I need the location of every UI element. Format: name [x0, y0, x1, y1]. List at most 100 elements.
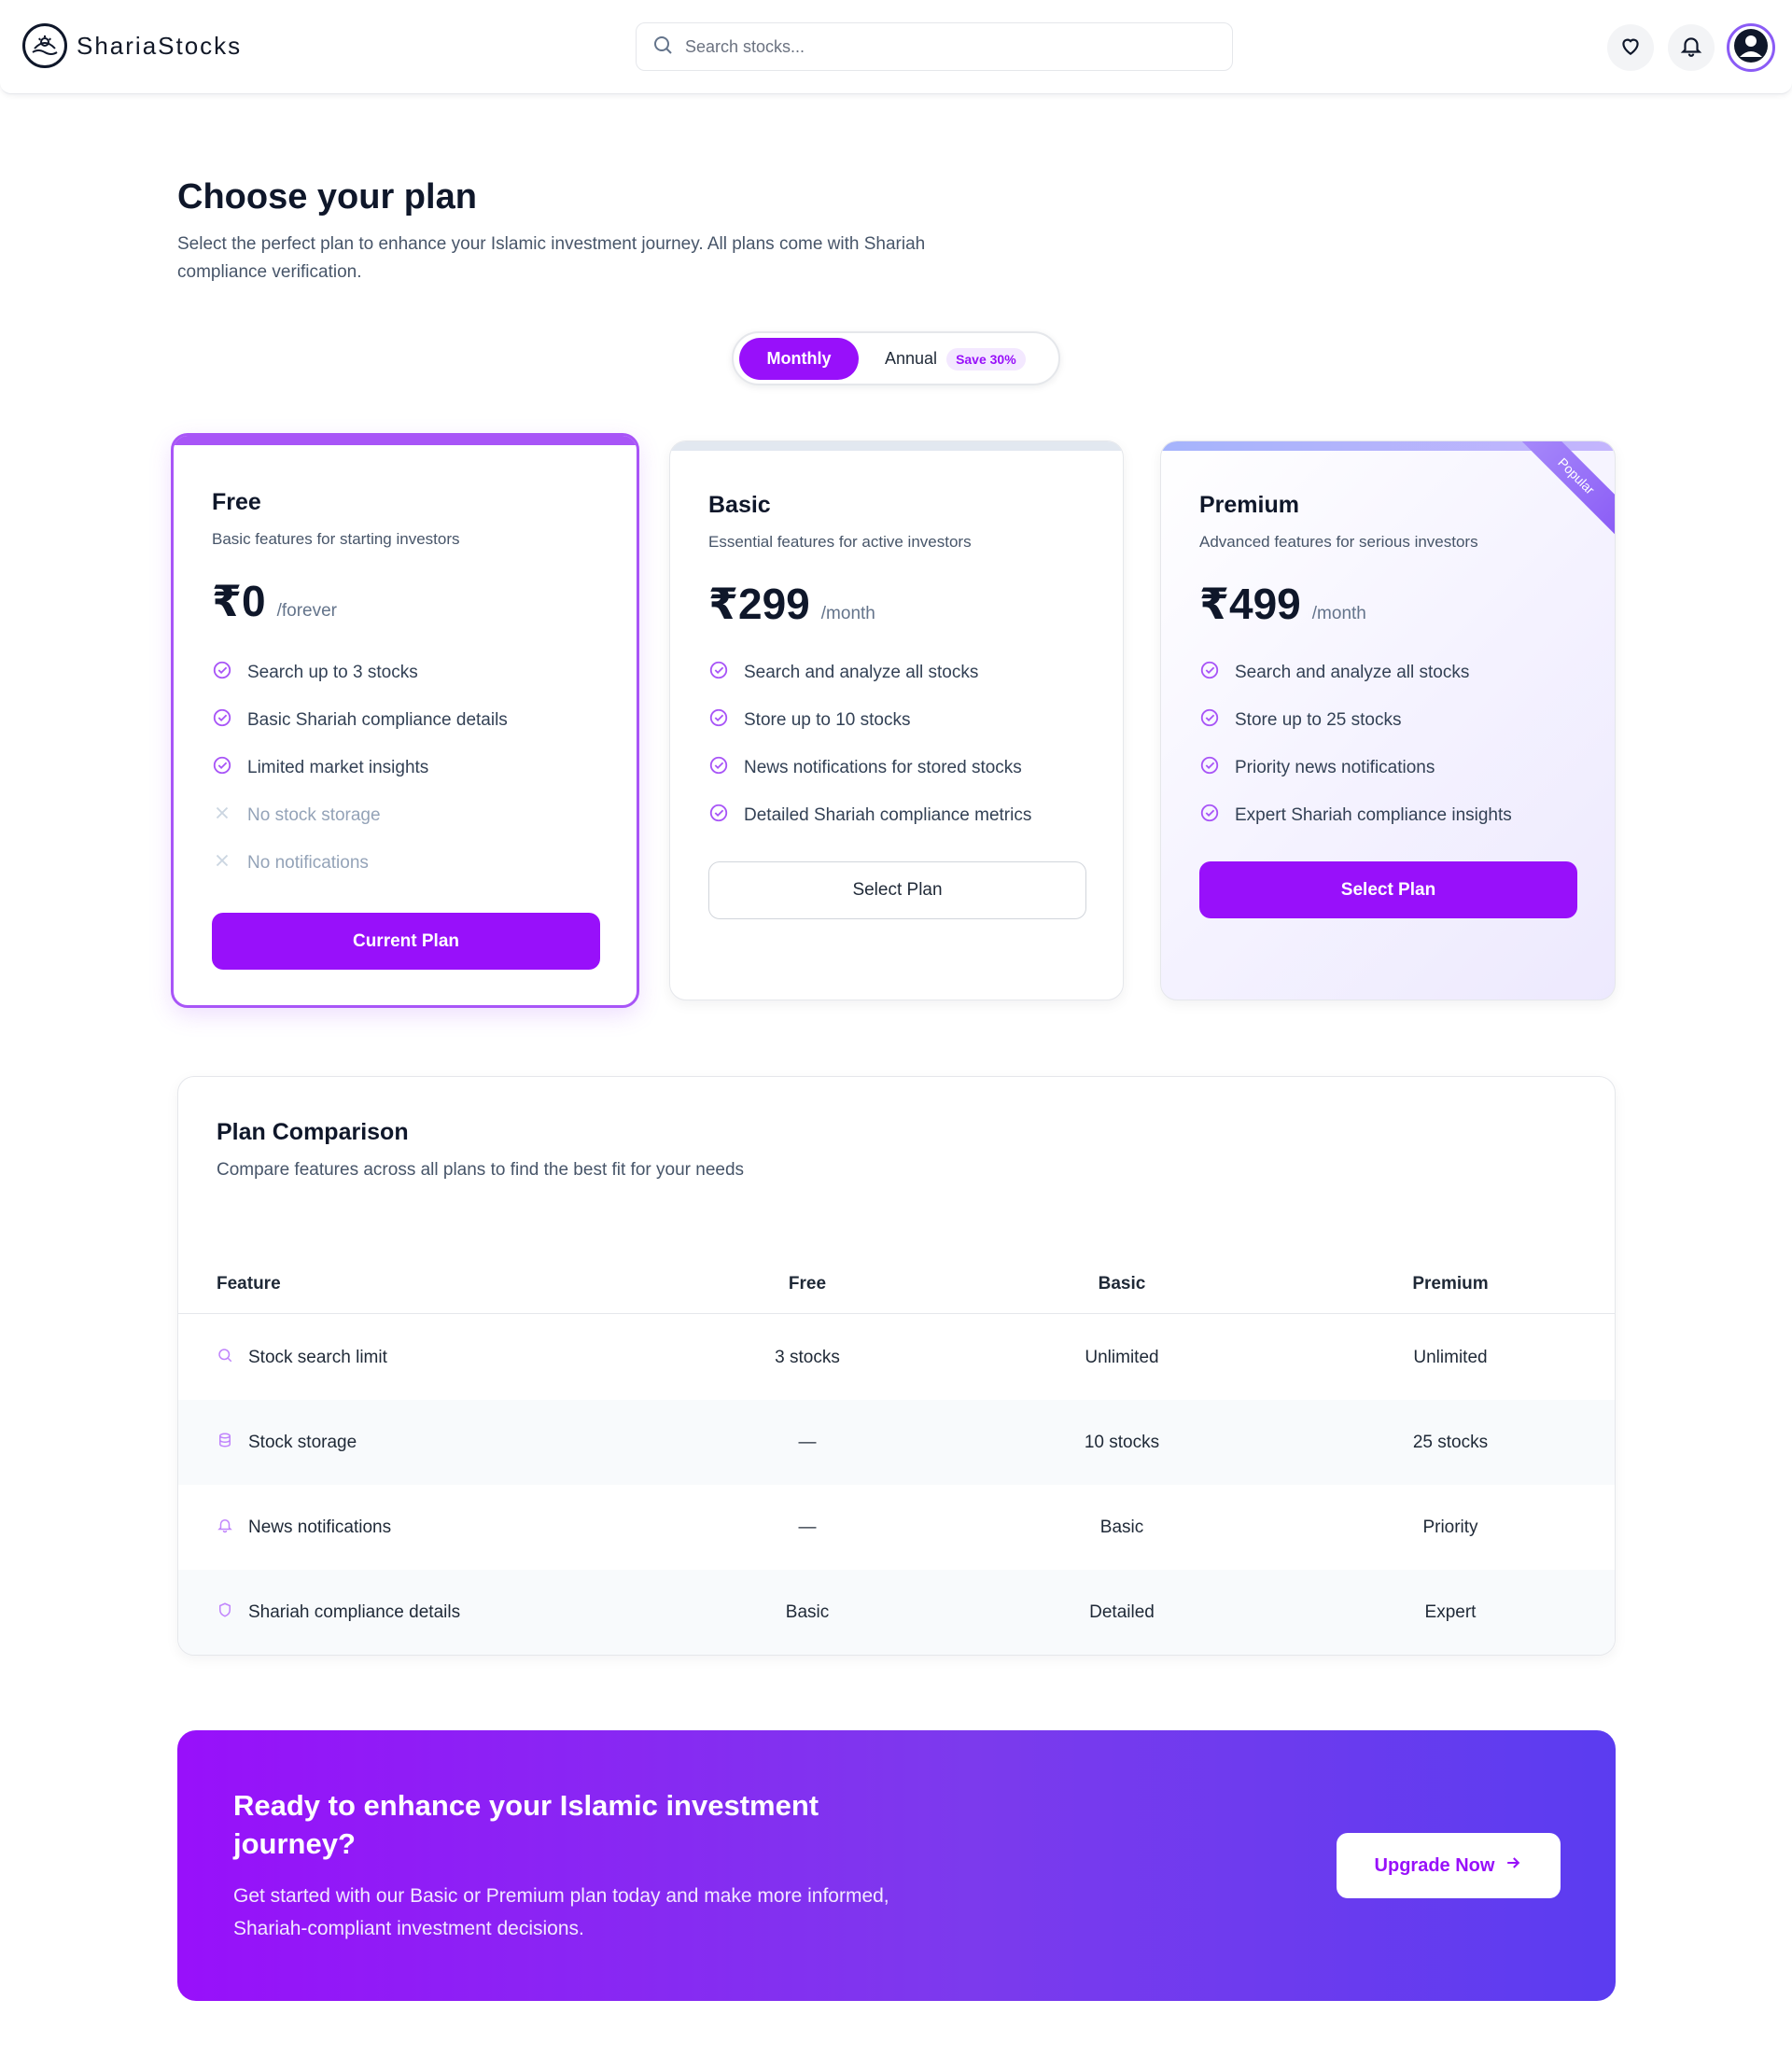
feature-name: Stock storage [248, 1432, 357, 1452]
feature-text: No stock storage [247, 804, 381, 825]
page-title: Choose your plan [177, 177, 477, 217]
billing-toggle: Monthly Annual Save 30% [732, 331, 1060, 385]
brand-logo[interactable]: ShariaStocks [22, 23, 242, 68]
feature-list: Search and analyze all stocks Store up t… [708, 649, 1031, 839]
plan-card-premium: Popular Premium Advanced features for se… [1160, 441, 1616, 1000]
plan-name: Free [212, 489, 261, 515]
upgrade-now-button[interactable]: Upgrade Now [1337, 1833, 1561, 1898]
header-basic: Basic [1098, 1274, 1146, 1294]
monthly-option[interactable]: Monthly [739, 338, 859, 380]
brand-name: ShariaStocks [77, 31, 243, 60]
plan-description: Basic features for starting investors [212, 530, 460, 548]
feature-item: Search and analyze all stocks [1199, 649, 1512, 696]
feature-item: Store up to 10 stocks [708, 696, 1031, 744]
feature-name: Stock search limit [248, 1347, 387, 1367]
table-header: Feature Free Basic Premium [178, 1254, 1615, 1314]
plan-name: Basic [708, 492, 771, 518]
feature-text: Priority news notifications [1235, 757, 1435, 777]
plan-card-free: Free Basic features for starting investo… [171, 433, 639, 1008]
check-circle-icon [1199, 660, 1235, 686]
x-icon [212, 803, 247, 829]
header-premium: Premium [1412, 1274, 1489, 1294]
comparison-subtitle: Compare features across all plans to fin… [217, 1160, 745, 1180]
feature-text: No notifications [247, 852, 369, 873]
popular-badge: Popular [1517, 441, 1615, 536]
free-cell: 3 stocks [775, 1347, 840, 1367]
basic-cell: Basic [1099, 1517, 1144, 1537]
basic-cell: 10 stocks [1084, 1432, 1160, 1452]
user-avatar-icon [1732, 27, 1770, 69]
feature-item: Detailed Shariah compliance metrics [708, 791, 1031, 839]
feature-list: Search up to 3 stocks Basic Shariah comp… [212, 649, 508, 887]
feature-cell: Stock storage [217, 1400, 357, 1485]
search-icon [651, 34, 674, 61]
feature-text: Store up to 10 stocks [744, 709, 911, 730]
cta-title: Ready to enhance your Islamic investment… [233, 1789, 819, 1860]
feature-item: No notifications [212, 839, 508, 887]
price-period: /month [820, 604, 875, 623]
premium-cell: Priority [1422, 1517, 1478, 1537]
premium-cell: Expert [1424, 1601, 1477, 1622]
plan-description: Essential features for active investors [708, 533, 972, 551]
annual-label: Annual [885, 349, 938, 368]
check-circle-icon [708, 755, 744, 781]
database-icon [217, 1432, 248, 1454]
plan-price: ₹0 /forever [212, 576, 337, 626]
search-icon [217, 1347, 248, 1369]
free-cell: — [798, 1517, 817, 1537]
feature-text: Detailed Shariah compliance metrics [744, 804, 1032, 825]
feature-text: Search and analyze all stocks [1235, 662, 1470, 682]
premium-cell: Unlimited [1413, 1347, 1488, 1367]
basic-cell: Unlimited [1085, 1347, 1159, 1367]
feature-cell: Stock search limit [217, 1315, 387, 1400]
plan-price: ₹299 /month [708, 579, 875, 629]
table-row: Shariah compliance details Basic Detaile… [178, 1570, 1615, 1655]
header-free: Free [788, 1274, 827, 1294]
feature-name: News notifications [248, 1517, 392, 1537]
plan-name: Premium [1199, 492, 1299, 518]
plan-description: Advanced features for serious investors [1199, 533, 1478, 551]
feature-item: No stock storage [212, 791, 508, 839]
annual-option[interactable]: Annual Save 30% [885, 338, 1026, 380]
x-icon [212, 850, 247, 876]
feature-name: Shariah compliance details [248, 1601, 461, 1622]
feature-text: Search up to 3 stocks [247, 662, 418, 682]
check-circle-icon [1199, 755, 1235, 781]
search-bar[interactable] [636, 22, 1233, 71]
basic-cell: Detailed [1089, 1601, 1155, 1622]
cta-subtitle: Get started with our Basic or Premium pl… [233, 1885, 889, 1939]
page-subtitle: Select the perfect plan to enhance your … [177, 234, 926, 282]
check-circle-icon [212, 707, 247, 734]
price-amount: ₹299 [708, 580, 810, 628]
feature-item: Limited market insights [212, 744, 508, 791]
free-cell: Basic [785, 1601, 830, 1622]
select-premium-button[interactable]: Select Plan [1199, 861, 1577, 918]
feature-text: News notifications for stored stocks [744, 757, 1022, 777]
check-circle-icon [212, 660, 247, 686]
logo-icon [22, 23, 67, 68]
price-amount: ₹0 [212, 577, 266, 625]
select-basic-button[interactable]: Select Plan [708, 861, 1086, 919]
feature-item: News notifications for stored stocks [708, 744, 1031, 791]
feature-text: Basic Shariah compliance details [247, 709, 508, 730]
feature-list: Search and analyze all stocks Store up t… [1199, 649, 1512, 839]
current-plan-button[interactable]: Current Plan [212, 913, 600, 970]
favorites-button[interactable] [1607, 24, 1654, 71]
check-circle-icon [708, 707, 744, 734]
user-avatar[interactable] [1727, 23, 1775, 72]
shield-icon [217, 1601, 248, 1624]
plan-accent-bar [174, 436, 637, 445]
feature-text: Limited market insights [247, 757, 429, 777]
price-period: /forever [276, 601, 338, 621]
feature-cell: Shariah compliance details [217, 1570, 460, 1655]
feature-cell: News notifications [217, 1485, 391, 1570]
search-input[interactable] [685, 36, 1208, 57]
plan-accent-bar [670, 441, 1123, 451]
feature-item: Priority news notifications [1199, 744, 1512, 791]
price-period: /month [1311, 604, 1366, 623]
notifications-button[interactable] [1668, 24, 1715, 71]
heart-icon [1618, 34, 1643, 63]
plan-price: ₹499 /month [1199, 579, 1366, 629]
feature-text: Expert Shariah compliance insights [1235, 804, 1512, 825]
price-amount: ₹499 [1199, 580, 1301, 628]
